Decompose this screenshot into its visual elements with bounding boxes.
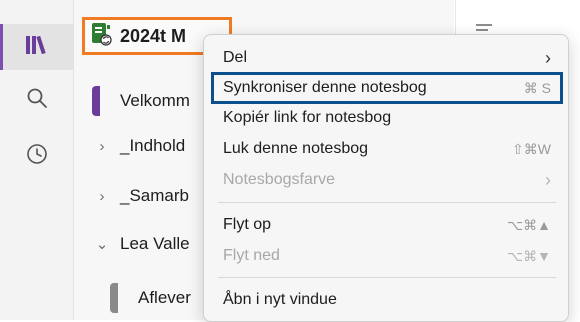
- chevron-right-icon: ›: [545, 47, 551, 68]
- menu-item-label: Kopiér link for notesbog: [223, 109, 392, 126]
- tree-item-label: _Samarb: [120, 186, 189, 205]
- chevron-right-icon: ›: [545, 169, 551, 190]
- menu-item-label: Flyt ned: [223, 247, 280, 264]
- menu-item-close-notebook[interactable]: Luk denne notesbog ⇧⌘W: [211, 134, 563, 164]
- search-icon: [26, 87, 48, 114]
- notebook-title: 2024t M: [120, 25, 187, 46]
- tree-item-section[interactable]: Aflever: [110, 283, 191, 313]
- tree-item-label: Lea Valle: [120, 234, 190, 253]
- menu-item-sync-notebook[interactable]: Synkroniser denne notesbog ⌘ S: [211, 72, 563, 104]
- menu-item-label: Flyt op: [223, 216, 272, 233]
- shortcut-label: ⌥⌘▲: [507, 216, 551, 233]
- rail-item-recent[interactable]: [0, 138, 73, 174]
- tree-item-label: Velkomm: [120, 91, 190, 110]
- clock-icon: [26, 143, 48, 170]
- menu-divider: [218, 202, 556, 203]
- tree-item-group[interactable]: › _Indhold: [92, 131, 186, 161]
- menu-item-label: Del: [223, 49, 248, 66]
- shortcut-label: ⇧⌘W: [512, 140, 551, 157]
- menu-item-copy-link[interactable]: Kopiér link for notesbog: [211, 103, 563, 133]
- menu-item-del[interactable]: Del ›: [211, 43, 563, 73]
- menu-item-label: Synkroniser denne notesbog: [223, 79, 427, 96]
- chevron-right-icon[interactable]: ›: [92, 188, 112, 205]
- tree-item-label: Aflever: [138, 288, 191, 307]
- menu-item-notebook-color[interactable]: Notesbogsfarve ›: [211, 165, 563, 195]
- menu-item-open-new-window[interactable]: Åbn i nyt vindue: [211, 285, 563, 315]
- shortcut-label: ⌘ S: [523, 79, 551, 96]
- menu-divider: [218, 277, 556, 278]
- tree-item-group[interactable]: › _Samarb: [92, 181, 189, 211]
- chevron-down-icon[interactable]: ⌄: [92, 235, 112, 253]
- navigation-rail: [0, 0, 74, 320]
- section-tab-icon: [92, 86, 100, 116]
- rail-item-search[interactable]: [0, 82, 73, 118]
- menu-item-move-down[interactable]: Flyt ned ⌥⌘▼: [211, 241, 563, 271]
- chevron-right-icon[interactable]: ›: [92, 138, 112, 155]
- menu-item-label: Åbn i nyt vindue: [223, 291, 337, 308]
- menu-item-label: Luk denne notesbog: [223, 140, 369, 157]
- rail-item-notebooks[interactable]: [0, 24, 73, 70]
- menu-item-label: Notesbogsfarve: [223, 171, 336, 188]
- tree-item-group[interactable]: ⌄ Lea Valle: [92, 229, 190, 259]
- context-menu: Del › Synkroniser denne notesbog ⌘ S Kop…: [203, 34, 569, 322]
- notebook-sync-icon: [91, 22, 113, 51]
- tree-item-section[interactable]: Velkomm: [92, 86, 190, 116]
- section-tab-icon: [110, 283, 118, 313]
- menu-item-move-up[interactable]: Flyt op ⌥⌘▲: [211, 210, 563, 240]
- shortcut-label: ⌥⌘▼: [507, 247, 551, 264]
- tree-item-label: _Indhold: [120, 136, 186, 155]
- notebooks-icon: [25, 34, 49, 61]
